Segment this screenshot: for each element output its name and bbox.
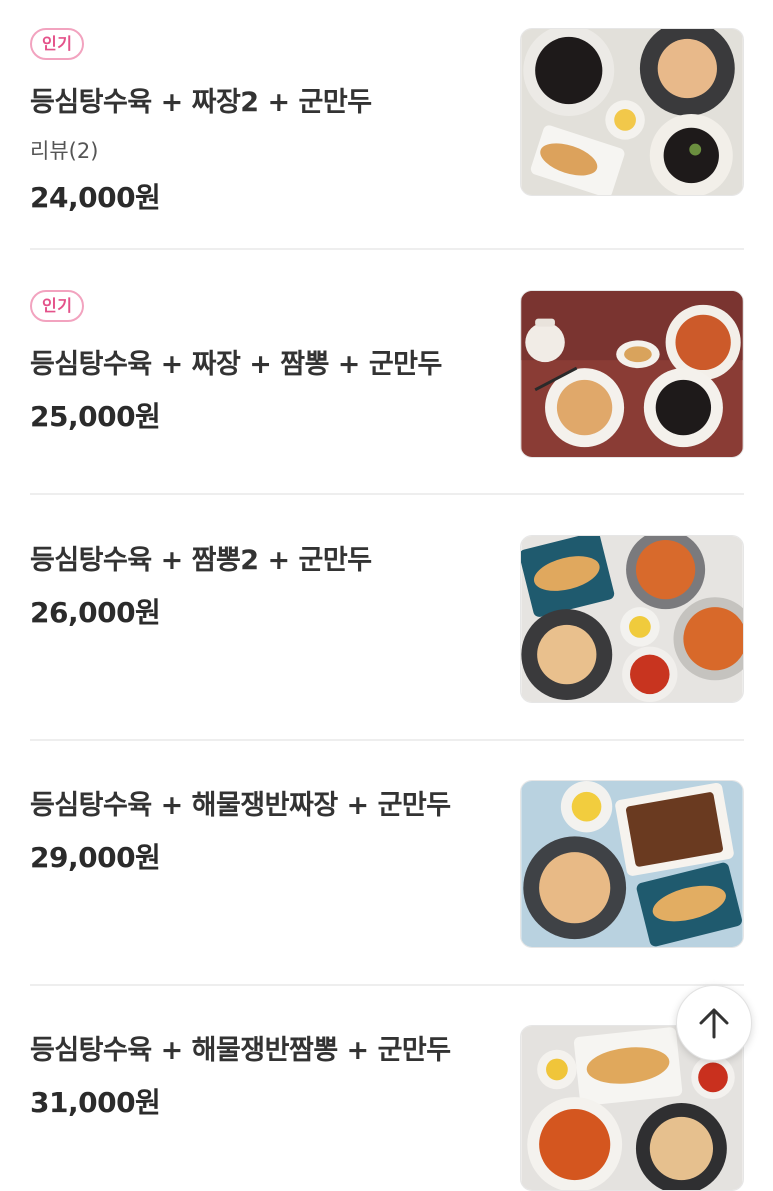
review-count-link[interactable]: 리뷰(2) xyxy=(30,135,98,165)
food-photo xyxy=(521,781,743,947)
menu-item-name: 등심탕수육 + 해물쟁반짬뽕 + 군만두 xyxy=(30,1035,451,1066)
divider xyxy=(30,984,744,986)
menu-item-price: 24,000원 xyxy=(30,181,161,214)
food-photo xyxy=(521,291,743,457)
menu-item-name: 등심탕수육 + 짬뽕2 + 군만두 xyxy=(30,545,372,576)
divider xyxy=(30,493,744,495)
divider xyxy=(30,739,744,741)
food-photo xyxy=(521,536,743,702)
popular-badge: 인기 xyxy=(30,28,85,60)
menu-item-name: 등심탕수육 + 해물쟁반짜장 + 군만두 xyxy=(30,790,451,821)
food-photo xyxy=(521,29,743,195)
menu-item-photo[interactable] xyxy=(520,535,744,703)
menu-item-photo[interactable] xyxy=(520,780,744,948)
menu-item-price: 26,000원 xyxy=(30,596,161,629)
menu-item-price: 31,000원 xyxy=(30,1086,161,1119)
menu-item-photo[interactable] xyxy=(520,28,744,196)
arrow-up-icon xyxy=(699,1008,729,1039)
divider xyxy=(30,248,744,250)
menu-item-photo[interactable] xyxy=(520,290,744,458)
menu-item-price: 25,000원 xyxy=(30,400,161,433)
menu-item-name: 등심탕수육 + 짜장 + 짬뽕 + 군만두 xyxy=(30,349,442,380)
scroll-to-top-button[interactable] xyxy=(676,985,752,1061)
menu-item-price: 29,000원 xyxy=(30,841,161,874)
menu-item-name: 등심탕수육 + 짜장2 + 군만두 xyxy=(30,87,372,118)
popular-badge: 인기 xyxy=(30,290,85,322)
